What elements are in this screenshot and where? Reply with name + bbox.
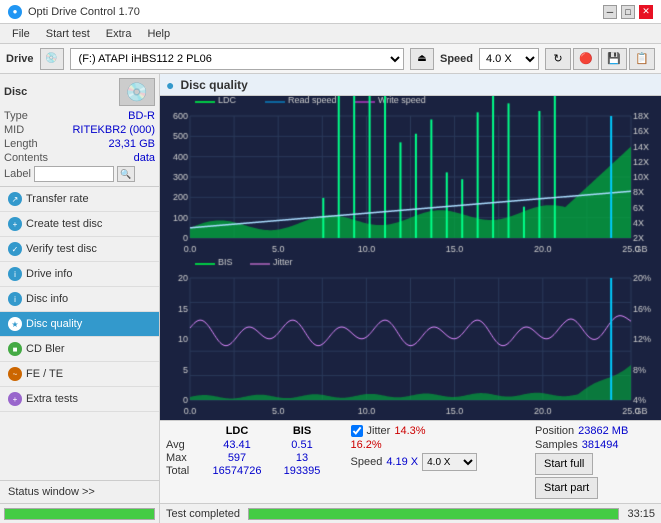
disc-length-row: Length 23,31 GB [4,138,155,150]
stats-bis-header: BIS [272,425,332,437]
stats-ldc-header: LDC [202,425,272,437]
status-window-button[interactable]: Status window >> [0,480,159,503]
maximize-button[interactable]: □ [621,5,635,19]
disc-panel: Disc 💿 Type BD-R MID RITEKBR2 (000) Leng… [0,74,159,187]
disc-panel-title: Disc [4,86,27,98]
disc-type-row: Type BD-R [4,110,155,122]
menu-help[interactable]: Help [139,26,178,42]
disc-type-val: BD-R [128,110,155,122]
nav-items: ↗ Transfer rate + Create test disc ✓ Ver… [0,187,159,412]
stats-area: LDC BIS Avg 43.41 0.51 Max 597 13 [160,420,661,503]
speed-stat-val: 4.19 X [386,456,418,468]
start-part-button[interactable]: Start part [535,477,598,499]
nav-extra-tests[interactable]: + Extra tests [0,387,159,412]
nav-disc-info[interactable]: i Disc info [0,287,159,312]
disc-mid-val: RITEKBR2 (000) [72,124,155,136]
speed-label: Speed [440,53,473,65]
position-val: 23862 MB [578,425,628,437]
stats-max-ldc: 597 [202,452,272,464]
right-panel: ● Disc quality LDC BIS Avg [160,74,661,523]
bottom-chart [160,258,661,420]
nav-drive-info[interactable]: i Drive info [0,262,159,287]
drive-icon: 💿 [40,48,64,70]
disc-contents-row: Contents data [4,152,155,164]
nav-verify-test-disc[interactable]: ✓ Verify test disc [0,237,159,262]
create-test-disc-icon: + [8,217,22,231]
nav-disc-quality[interactable]: ★ Disc quality [0,312,159,337]
minimize-button[interactable]: ─ [603,5,617,19]
status-progress-fill [249,509,618,519]
disc-label-input[interactable] [34,166,114,182]
disc-quality-icon: ★ [8,317,22,331]
jitter-max: 16.2% [351,439,382,451]
jitter-label: Jitter [367,425,391,437]
nav-transfer-rate[interactable]: ↗ Transfer rate [0,187,159,212]
stats-max-label: Max [166,452,202,464]
disc-image-icon: 💿 [119,78,155,106]
disc-contents-val: data [134,152,155,164]
transfer-rate-icon: ↗ [8,192,22,206]
title-bar: ● Opti Drive Control 1.70 ─ □ ✕ [0,0,661,24]
status-progress-bar [248,508,619,520]
sidebar: Disc 💿 Type BD-R MID RITEKBR2 (000) Leng… [0,74,160,523]
disc-quality-header-icon: ● [166,77,174,93]
sidebar-progress-fill [5,509,154,519]
disc-info-icon: i [8,292,22,306]
disc-quality-title: Disc quality [180,78,247,92]
stats-max-bis: 13 [272,452,332,464]
drive-select[interactable]: (F:) ATAPI iHBS112 2 PL06 [70,48,404,70]
disc-label-row: Label 🔍 [4,166,155,182]
app-icon: ● [8,5,22,19]
menu-bar: File Start test Extra Help [0,24,661,44]
cd-bler-icon: ■ [8,342,22,356]
jitter-avg: 14.3% [394,425,425,437]
speed-select[interactable]: 4.0 X [479,48,539,70]
top-chart [160,96,661,258]
start-full-button[interactable]: Start full [535,453,593,475]
disc-quality-header: ● Disc quality [160,74,661,96]
close-button[interactable]: ✕ [639,5,653,19]
disc-label-search-button[interactable]: 🔍 [117,166,135,182]
toolbar-btn-2[interactable]: 🔴 [573,48,599,70]
charts-container [160,96,661,420]
toolbar-btn-1[interactable]: ↻ [545,48,571,70]
samples-label: Samples [535,439,578,451]
stats-total-bis: 193395 [272,465,332,477]
samples-val: 381494 [582,439,619,451]
eject-button[interactable]: ⏏ [410,48,434,70]
app-title: Opti Drive Control 1.70 [28,6,140,18]
stats-total-ldc: 16574726 [202,465,272,477]
drive-info-icon: i [8,267,22,281]
menu-start-test[interactable]: Start test [38,26,98,42]
position-label: Position [535,425,574,437]
fe-te-icon: ~ [8,367,22,381]
verify-test-disc-icon: ✓ [8,242,22,256]
status-time: 33:15 [627,508,655,520]
speed-stat-select[interactable]: 4.0 X [422,453,477,471]
disc-mid-row: MID RITEKBR2 (000) [4,124,155,136]
toolbar-btn-4[interactable]: 📋 [629,48,655,70]
extra-tests-icon: + [8,392,22,406]
menu-extra[interactable]: Extra [98,26,140,42]
toolbar-btn-3[interactable]: 💾 [601,48,627,70]
nav-create-test-disc[interactable]: + Create test disc [0,212,159,237]
sidebar-progress-bar [4,508,155,520]
menu-file[interactable]: File [4,26,38,42]
stats-total-label: Total [166,465,202,477]
drive-label: Drive [6,53,34,65]
status-text: Test completed [166,508,240,520]
stats-avg-bis: 0.51 [272,439,332,451]
nav-cd-bler[interactable]: ■ CD Bler [0,337,159,362]
jitter-checkbox[interactable] [351,425,363,437]
speed-stat-label: Speed [351,456,383,468]
stats-avg-ldc: 43.41 [202,439,272,451]
disc-length-val: 23,31 GB [109,138,155,150]
nav-fe-te[interactable]: ~ FE / TE [0,362,159,387]
stats-avg-label: Avg [166,439,202,451]
drive-bar: Drive 💿 (F:) ATAPI iHBS112 2 PL06 ⏏ Spee… [0,44,661,74]
